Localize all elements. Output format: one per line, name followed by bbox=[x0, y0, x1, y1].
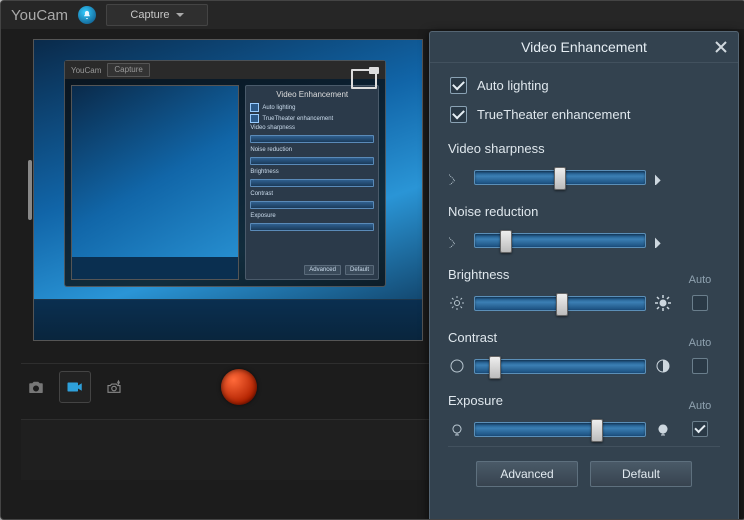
preview-recursive-window: YouCam Capture Video Enhancement Auto li… bbox=[64, 60, 386, 287]
contrast-label: Contrast bbox=[448, 330, 680, 345]
photo-mode-button[interactable] bbox=[21, 372, 51, 402]
sharpness-label: Video sharpness bbox=[448, 141, 720, 156]
mini-panel-title: Video Enhancement bbox=[250, 90, 374, 99]
video-enhancement-panel: Video Enhancement Auto lighting TrueThea… bbox=[429, 31, 739, 520]
exposure-slider[interactable] bbox=[474, 422, 646, 437]
preview-desktop-taskbar bbox=[34, 299, 422, 340]
top-bar: YouCam Capture bbox=[1, 1, 744, 29]
sharpness-thumb[interactable] bbox=[554, 167, 566, 190]
preview-content: YouCam Capture Video Enhancement Auto li… bbox=[34, 40, 422, 340]
contrast-high-icon bbox=[654, 357, 672, 375]
exposure-thumb[interactable] bbox=[591, 419, 603, 442]
noise-thumb[interactable] bbox=[500, 230, 512, 253]
app-window: YouCam Capture YouCam Capture bbox=[0, 0, 744, 520]
advanced-button[interactable]: Advanced bbox=[476, 461, 578, 487]
contrast-thumb[interactable] bbox=[489, 356, 501, 379]
capture-mode-select[interactable]: Capture bbox=[106, 4, 208, 26]
effects-button[interactable] bbox=[99, 372, 129, 402]
brightness-low-icon bbox=[448, 294, 466, 312]
contrast-slider[interactable] bbox=[474, 359, 646, 374]
pip-icon bbox=[351, 69, 377, 89]
brightness-auto-checkbox[interactable] bbox=[692, 295, 708, 311]
mini-preview bbox=[71, 85, 239, 280]
sharpness-high-icon bbox=[654, 168, 672, 186]
brightness-thumb[interactable] bbox=[556, 293, 568, 316]
sharpness-slider[interactable] bbox=[474, 170, 646, 185]
noise-high-icon bbox=[654, 231, 672, 249]
mini-capture-select: Capture bbox=[107, 63, 149, 77]
noise-low-icon bbox=[448, 231, 466, 249]
brightness-label: Brightness bbox=[448, 267, 680, 282]
contrast-auto-label: Auto bbox=[689, 337, 712, 349]
video-preview[interactable]: YouCam Capture Video Enhancement Auto li… bbox=[33, 39, 423, 341]
exposure-label: Exposure bbox=[448, 393, 680, 408]
auto-lighting-row[interactable]: Auto lighting bbox=[448, 73, 720, 98]
noise-label: Noise reduction bbox=[448, 204, 720, 219]
close-button[interactable] bbox=[710, 36, 732, 58]
notification-bell-icon[interactable] bbox=[78, 6, 96, 24]
contrast-low-icon bbox=[448, 357, 466, 375]
default-button[interactable]: Default bbox=[590, 461, 692, 487]
record-button[interactable] bbox=[221, 369, 257, 405]
truetheater-checkbox[interactable] bbox=[450, 106, 467, 123]
main-area: YouCam Capture Video Enhancement Auto li… bbox=[1, 29, 744, 519]
preview-handle[interactable] bbox=[28, 160, 32, 220]
exposure-auto-checkbox[interactable] bbox=[692, 421, 708, 437]
mini-settings-panel: Video Enhancement Auto lighting TrueThea… bbox=[245, 85, 379, 280]
exposure-high-icon bbox=[654, 420, 672, 438]
close-icon bbox=[715, 41, 727, 53]
truetheater-label: TrueTheater enhancement bbox=[477, 107, 630, 122]
contrast-auto-checkbox[interactable] bbox=[692, 358, 708, 374]
exposure-auto-label: Auto bbox=[689, 400, 712, 412]
panel-title: Video Enhancement bbox=[521, 39, 647, 55]
auto-lighting-checkbox[interactable] bbox=[450, 77, 467, 94]
brightness-slider[interactable] bbox=[474, 296, 646, 311]
capture-mode-label: Capture bbox=[130, 9, 169, 21]
truetheater-row[interactable]: TrueTheater enhancement bbox=[448, 102, 720, 127]
exposure-low-icon bbox=[448, 420, 466, 438]
chevron-down-icon bbox=[176, 13, 184, 17]
sharpness-low-icon bbox=[448, 168, 466, 186]
brightness-high-icon bbox=[654, 294, 672, 312]
panel-header: Video Enhancement bbox=[430, 32, 738, 63]
mini-app-name: YouCam bbox=[71, 66, 101, 75]
video-mode-button[interactable] bbox=[59, 371, 91, 403]
auto-lighting-label: Auto lighting bbox=[477, 78, 549, 93]
app-logo: YouCam bbox=[11, 7, 68, 24]
brightness-auto-label: Auto bbox=[689, 274, 712, 286]
noise-slider[interactable] bbox=[474, 233, 646, 248]
